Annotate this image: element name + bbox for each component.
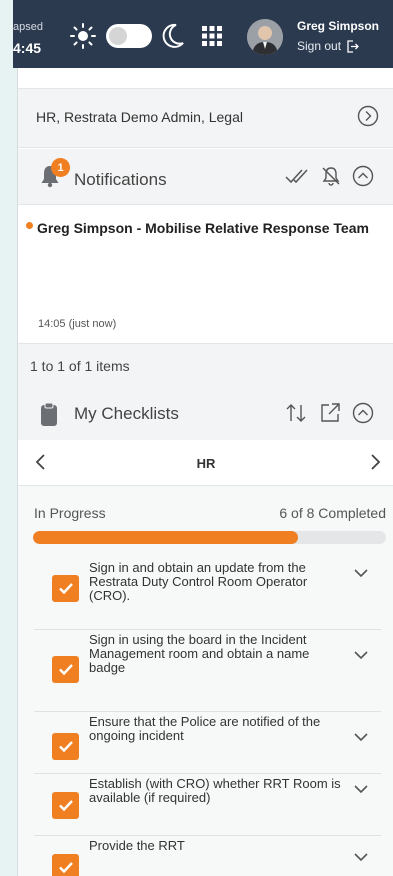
checkbox-checked[interactable] — [52, 656, 79, 683]
user-name: Greg Simpson — [297, 19, 380, 33]
toggle-knob — [109, 27, 127, 45]
roles-row[interactable]: HR, Restrata Demo Admin, Legal — [18, 88, 393, 148]
top-bar: apsed 4:45 Greg Simpson Sign out — [13, 0, 393, 68]
checklist-item[interactable]: Sign in using the board in the Incident … — [34, 630, 381, 712]
checkbox-checked[interactable] — [52, 733, 79, 760]
checklist-item-text: Ensure that the Police are notified of t… — [89, 714, 321, 743]
checkbox-checked[interactable] — [52, 854, 79, 876]
chevron-right-icon[interactable] — [368, 452, 382, 472]
mute-bell-icon[interactable] — [320, 165, 342, 187]
chevron-down-icon[interactable] — [353, 650, 369, 660]
checklist-item[interactable]: Provide the RRT — [34, 836, 381, 876]
moon-icon[interactable] — [160, 22, 186, 50]
avatar[interactable] — [247, 19, 283, 55]
mark-all-read-icon[interactable] — [284, 166, 310, 186]
sun-icon[interactable] — [69, 22, 97, 50]
main-panel: HR, Restrata Demo Admin, Legal 1 Notific… — [17, 68, 393, 876]
pager-text: 1 to 1 of 1 items — [30, 358, 130, 374]
elapsed-label: apsed — [13, 21, 43, 33]
check-icon — [58, 664, 73, 676]
progress-fill — [33, 531, 298, 544]
chevron-down-icon[interactable] — [353, 568, 369, 578]
check-icon — [58, 800, 73, 812]
check-icon — [58, 862, 73, 874]
checklist-item-text: Sign in using the board in the Incident … — [89, 632, 310, 675]
notification-count-badge: 1 — [51, 158, 70, 177]
elapsed-time: 4:45 — [13, 40, 42, 56]
checklist-item-text: Provide the RRT — [89, 838, 185, 853]
pager-row: 1 to 1 of 1 items — [18, 344, 393, 388]
roles-text: HR, Restrata Demo Admin, Legal — [36, 109, 243, 125]
check-icon — [58, 741, 73, 753]
notification-text: Greg Simpson - Mobilise Relative Respons… — [37, 220, 369, 236]
checklist-item[interactable]: Ensure that the Police are notified of t… — [34, 712, 381, 774]
checklists-title: My Checklists — [74, 404, 179, 423]
sign-out-label: Sign out — [297, 39, 342, 53]
chevron-down-icon[interactable] — [353, 732, 369, 742]
checklist-nav: HR — [18, 440, 393, 486]
checklist-body: In Progress 6 of 8 Completed Sign in and… — [18, 486, 393, 876]
chevron-right-circle-icon[interactable] — [357, 105, 379, 127]
checklist-item[interactable]: Sign in and obtain an update from the Re… — [34, 558, 381, 630]
status-label: In Progress — [34, 505, 106, 521]
checklist-item-text: Sign in and obtain an update from the Re… — [89, 560, 308, 603]
theme-toggle[interactable] — [106, 24, 152, 48]
checklist-current: HR — [196, 456, 216, 471]
notification-item[interactable]: Greg Simpson - Mobilise Relative Respons… — [18, 205, 393, 344]
apps-grid-icon[interactable] — [200, 24, 224, 48]
check-icon — [58, 583, 73, 595]
checklist-item[interactable]: Establish (with CRO) whether RRT Room is… — [34, 774, 381, 836]
chevron-down-icon[interactable] — [353, 784, 369, 794]
sort-icon[interactable] — [284, 402, 308, 424]
sign-out-link[interactable]: Sign out — [297, 39, 360, 53]
notification-time: 14:05 (just now) — [38, 318, 117, 330]
collapse-up-circle-icon[interactable] — [352, 165, 374, 187]
clipboard-icon — [41, 402, 57, 426]
open-external-icon[interactable] — [319, 402, 341, 424]
checklists-header: My Checklists — [18, 388, 393, 440]
notification-actions — [284, 165, 374, 187]
progress-bar — [33, 531, 386, 544]
chevron-down-icon[interactable] — [353, 852, 369, 862]
completed-count: 6 of 8 Completed — [279, 505, 386, 521]
checkbox-checked[interactable] — [52, 792, 79, 819]
sign-out-icon — [347, 39, 359, 53]
checklist-item-text: Establish (with CRO) whether RRT Room is… — [89, 776, 341, 805]
collapse-up-circle-icon[interactable] — [352, 402, 374, 424]
checklist-items: Sign in and obtain an update from the Re… — [34, 558, 381, 876]
checkbox-checked[interactable] — [52, 575, 79, 602]
checklist-actions — [284, 402, 374, 424]
notifications-title: Notifications — [74, 170, 167, 189]
